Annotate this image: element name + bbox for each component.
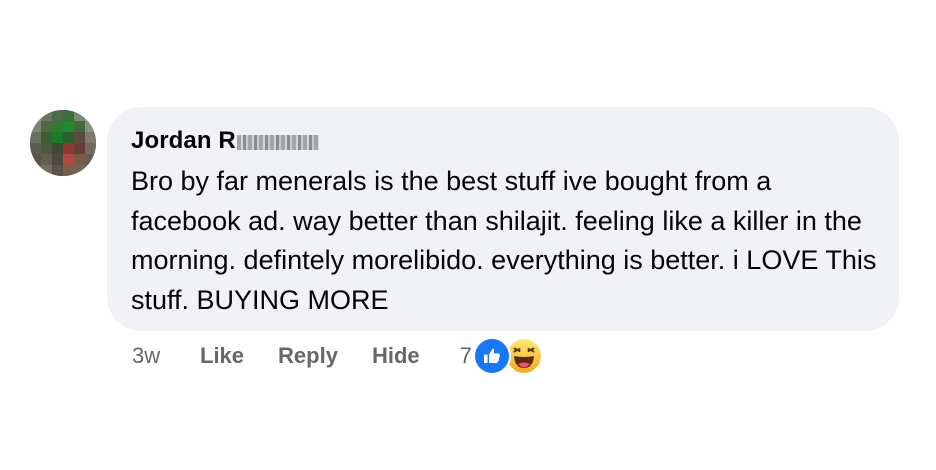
- comment-timestamp[interactable]: 3w: [132, 343, 200, 369]
- avatar[interactable]: [30, 110, 96, 176]
- author-row: Jordan R: [131, 125, 875, 157]
- hide-button[interactable]: Hide: [372, 343, 420, 369]
- comment-view: Jordan R Bro by far menerals is the best…: [0, 0, 936, 470]
- reaction-count[interactable]: 7: [460, 343, 472, 369]
- comment-actions: 3w Like Reply Hide 7: [132, 337, 543, 375]
- reply-button[interactable]: Reply: [278, 343, 338, 369]
- like-icon: [472, 337, 511, 375]
- redacted-surname-blur: [236, 135, 319, 150]
- reaction-icons[interactable]: [472, 337, 543, 375]
- comment-text: Bro by far menerals is the best stuff iv…: [131, 166, 877, 315]
- author-name[interactable]: Jordan R: [131, 127, 236, 155]
- avatar-pixelated-image: [30, 110, 96, 176]
- like-button[interactable]: Like: [200, 343, 244, 369]
- comment-bubble: Jordan R Bro by far menerals is the best…: [107, 107, 899, 331]
